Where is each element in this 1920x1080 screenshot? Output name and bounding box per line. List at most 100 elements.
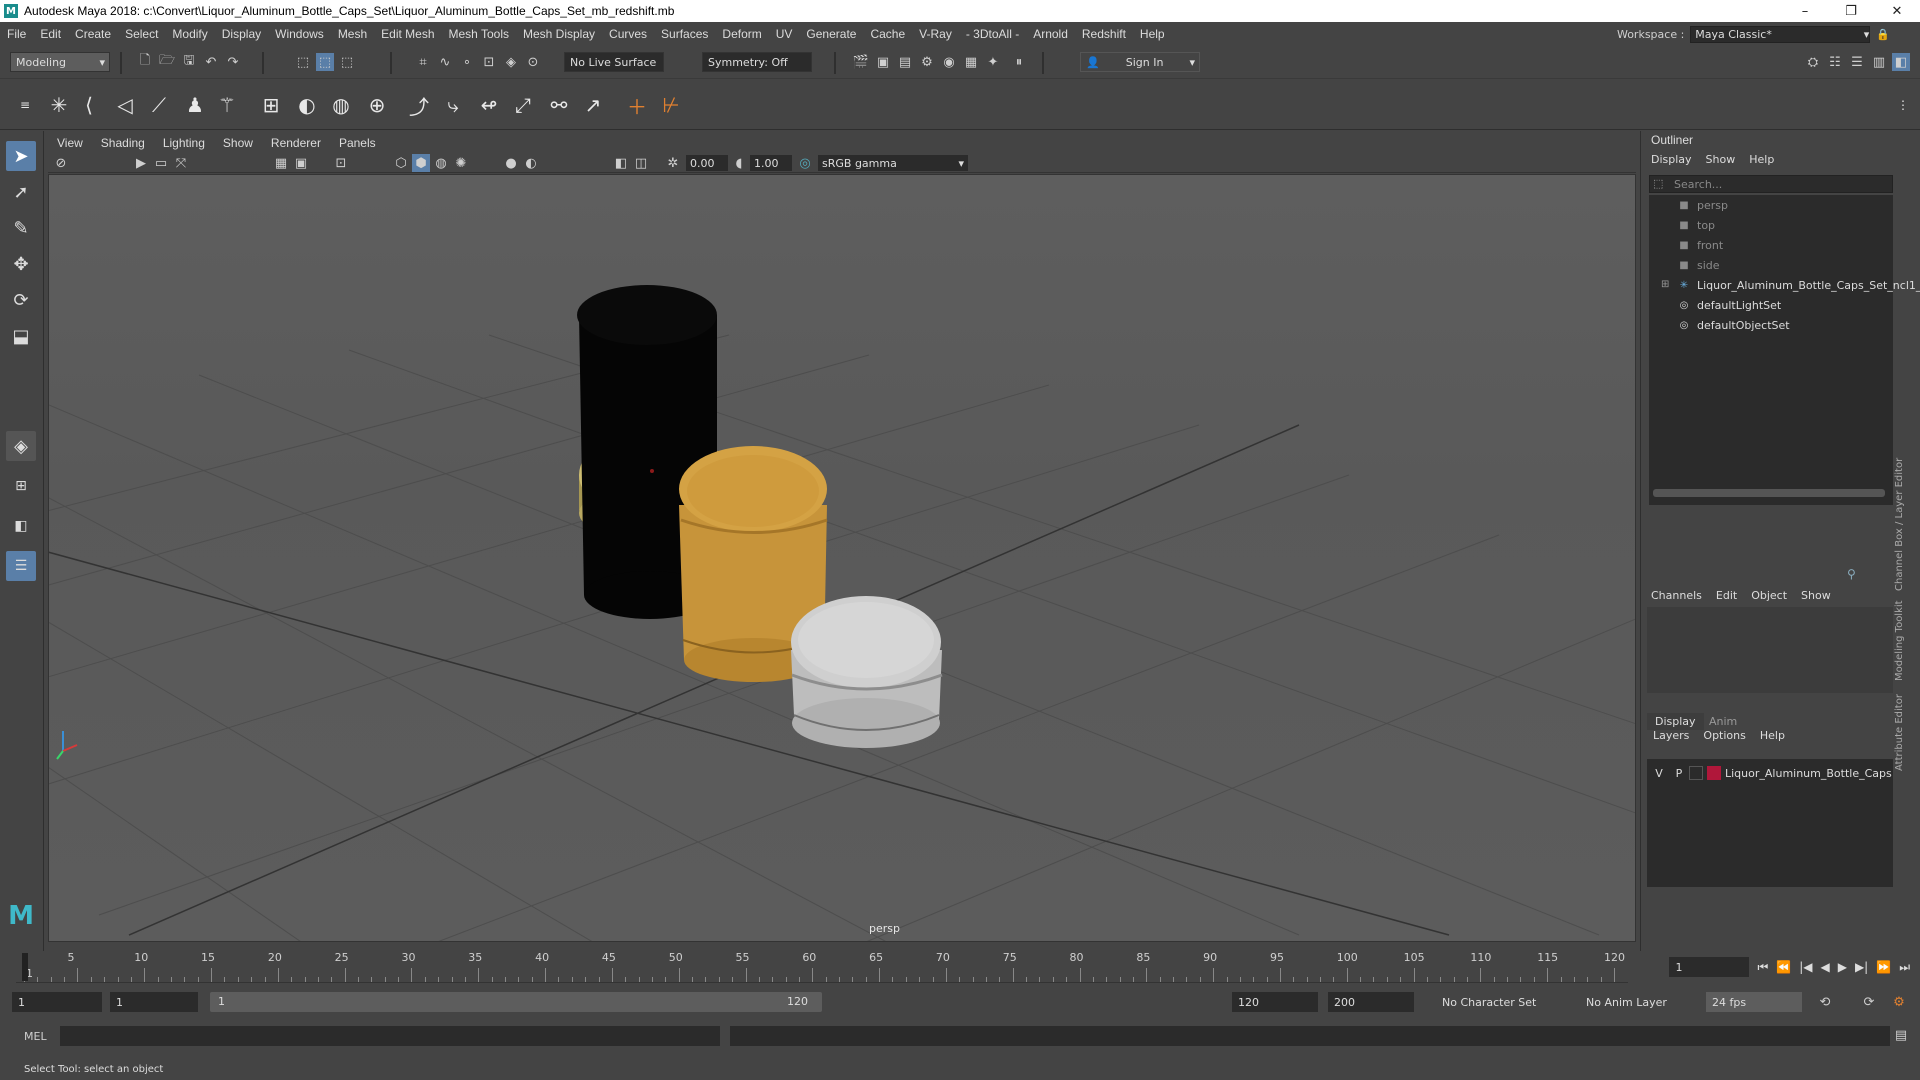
search-filter-icon[interactable]: ⬚ xyxy=(1653,177,1663,190)
render-frame-icon[interactable]: 🎬 xyxy=(852,53,870,71)
shadows-icon[interactable]: ● xyxy=(502,154,520,172)
image-plane-icon[interactable]: ▭ xyxy=(152,154,170,172)
channels-show-menu[interactable]: Show xyxy=(1801,589,1831,602)
locator-icon[interactable]: ＋ xyxy=(622,90,652,120)
snap-pivot-icon[interactable]: ⊙ xyxy=(524,53,542,71)
lights-icon[interactable]: ✺ xyxy=(452,154,470,172)
paint-weights-icon[interactable]: ◐ xyxy=(292,90,322,120)
auto-key-icon[interactable]: ⟳ xyxy=(1860,993,1878,1011)
menu-generate[interactable]: Generate xyxy=(799,27,863,41)
live-surface-field[interactable]: No Live Surface xyxy=(564,52,664,72)
color-management-icon[interactable]: ◎ xyxy=(796,154,814,172)
playback-start-field[interactable]: 1 xyxy=(110,992,198,1012)
ipr-render-icon[interactable]: ▤ xyxy=(896,53,914,71)
symmetry-dropdown[interactable]: Symmetry: Off xyxy=(702,52,812,72)
loop-icon[interactable]: ⟲ xyxy=(1816,993,1834,1011)
menu-modify[interactable]: Modify xyxy=(165,27,214,41)
paint-select-tool-icon[interactable]: ✎ xyxy=(6,213,36,243)
constraint-point-icon[interactable]: ⤴ xyxy=(404,90,434,120)
anim-layer-dropdown[interactable]: No Anim Layer xyxy=(1580,992,1690,1012)
layer-name[interactable]: Liquor_Aluminum_Bottle_Caps xyxy=(1725,767,1892,780)
bind-skin-icon[interactable]: ⊞ xyxy=(256,90,286,120)
xray-icon[interactable]: ◫ xyxy=(632,154,650,172)
menu-arnold[interactable]: Arnold xyxy=(1026,27,1075,41)
command-input[interactable] xyxy=(60,1026,720,1046)
range-bar[interactable]: 1 120 xyxy=(210,992,822,1012)
play-backward-icon[interactable]: ◀ xyxy=(1820,960,1829,974)
animation-preferences-icon[interactable]: ⚙ xyxy=(1890,993,1908,1011)
menu-redshift[interactable]: Redshift xyxy=(1075,27,1133,41)
lasso-tool-icon[interactable]: ➚ xyxy=(6,177,36,207)
panel-menu-renderer[interactable]: Renderer xyxy=(262,136,330,150)
constraint-pole-icon[interactable]: ↗ xyxy=(578,90,608,120)
menu-deform[interactable]: Deform xyxy=(715,27,768,41)
constraint-orient-icon[interactable]: ↫ xyxy=(474,90,504,120)
camera-bookmark-icon[interactable]: ▶ xyxy=(132,154,150,172)
outliner-item-top[interactable]: ■ top xyxy=(1677,215,1715,235)
play-forward-icon[interactable]: ▶ xyxy=(1838,960,1847,974)
constraint-scale-icon[interactable]: ⤢ xyxy=(508,90,538,120)
render-setup-icon[interactable]: ▦ xyxy=(962,53,980,71)
outliner-item-default-object-set[interactable]: ◎ defaultObjectSet xyxy=(1677,315,1790,335)
lattice-icon[interactable]: ◍ xyxy=(326,90,356,120)
menu-vray[interactable]: V-Ray xyxy=(912,27,959,41)
time-slider[interactable]: 1 5 10 15 20 25 30 35 40 45 50 55 60 65 70 75 80 85 90 95 10… xyxy=(0,951,1920,987)
playback-end-field[interactable]: 120 xyxy=(1232,992,1318,1012)
current-time-indicator[interactable] xyxy=(22,953,28,981)
end-time-field[interactable]: 200 xyxy=(1328,992,1414,1012)
hypershade-icon[interactable]: ◉ xyxy=(940,53,958,71)
current-frame-field[interactable]: 1 xyxy=(1669,957,1750,977)
panel-menu-lighting[interactable]: Lighting xyxy=(154,136,214,150)
select-component-icon[interactable]: ⬚ xyxy=(338,53,356,71)
tool-settings-icon[interactable]: ☰ xyxy=(1848,53,1866,71)
render-view-icon[interactable]: ▣ xyxy=(874,53,892,71)
human-ik-icon[interactable]: ⚚ xyxy=(212,90,242,120)
menu-edit[interactable]: Edit xyxy=(33,27,68,41)
step-back-key-icon[interactable]: ⏪ xyxy=(1776,960,1791,974)
panel-menu-show[interactable]: Show xyxy=(214,136,262,150)
wireframe-icon[interactable]: ⬡ xyxy=(392,154,410,172)
snap-curve-icon[interactable]: ∿ xyxy=(436,53,454,71)
snap-grid-icon[interactable]: ⌗ xyxy=(414,53,432,71)
outliner-item-front[interactable]: ■ front xyxy=(1677,235,1723,255)
step-forward-frame-icon[interactable]: ▶| xyxy=(1855,960,1868,974)
grid-toggle-icon[interactable]: ▦ xyxy=(272,154,290,172)
layer-playback-toggle[interactable]: P xyxy=(1669,767,1689,780)
menu-curves[interactable]: Curves xyxy=(602,27,654,41)
render-settings-icon[interactable]: ⚙ xyxy=(918,53,936,71)
channels-menu[interactable]: Channels xyxy=(1651,589,1702,602)
menu-3dtoall[interactable]: - 3DtoAll - xyxy=(959,27,1026,41)
fps-dropdown[interactable]: 24 fps xyxy=(1706,992,1802,1012)
constraint-aim-icon[interactable]: ⤷ xyxy=(438,90,468,120)
undo-icon[interactable]: ↶ xyxy=(202,53,220,71)
menu-mesh-tools[interactable]: Mesh Tools xyxy=(442,27,516,41)
command-language-label[interactable]: MEL xyxy=(24,1030,47,1043)
outliner-item-side[interactable]: ■ side xyxy=(1677,255,1719,275)
outliner-item-default-light-set[interactable]: ◎ defaultLightSet xyxy=(1677,295,1782,315)
layers-menu[interactable]: Layers xyxy=(1653,729,1689,742)
layer-reference-toggle[interactable] xyxy=(1689,766,1703,780)
perspective-viewport[interactable]: persp xyxy=(48,174,1636,942)
new-scene-icon[interactable]: 🗋 xyxy=(136,53,154,71)
display-layer-row[interactable]: V P Liquor_Aluminum_Bottle_Caps xyxy=(1649,763,1893,783)
light-editor-icon[interactable]: ✦ xyxy=(984,53,1002,71)
menu-surfaces[interactable]: Surfaces xyxy=(654,27,715,41)
go-to-start-icon[interactable]: ⏮ xyxy=(1757,960,1768,975)
locator-joint-icon[interactable]: ⊬ xyxy=(656,90,686,120)
ik-handle-icon[interactable]: ⟨ xyxy=(74,90,104,120)
modeling-toolkit-icon[interactable]: ⛭ xyxy=(1804,53,1822,71)
start-time-field[interactable]: 1 xyxy=(12,992,102,1012)
expand-icon[interactable]: ⊞ xyxy=(1661,279,1669,290)
outliner-horizontal-scrollbar[interactable] xyxy=(1653,489,1885,497)
constraint-parent-icon[interactable]: ⚯ xyxy=(544,90,574,120)
cluster-icon[interactable]: ⊕ xyxy=(362,90,392,120)
panel-menu-panels[interactable]: Panels xyxy=(330,136,385,150)
channel-box-icon[interactable]: ▥ xyxy=(1870,53,1888,71)
maximize-button[interactable]: ❐ xyxy=(1828,0,1874,22)
layout-outliner-icon[interactable]: ☰ xyxy=(6,551,36,581)
channels-edit-menu[interactable]: Edit xyxy=(1716,589,1737,602)
ik-spline-icon[interactable]: ◁ xyxy=(110,90,140,120)
shelf-scroll-icon[interactable]: ⋮ xyxy=(1888,90,1918,120)
outliner-menu-show[interactable]: Show xyxy=(1706,153,1736,166)
lock-icon[interactable]: 🔒 xyxy=(1876,28,1890,41)
